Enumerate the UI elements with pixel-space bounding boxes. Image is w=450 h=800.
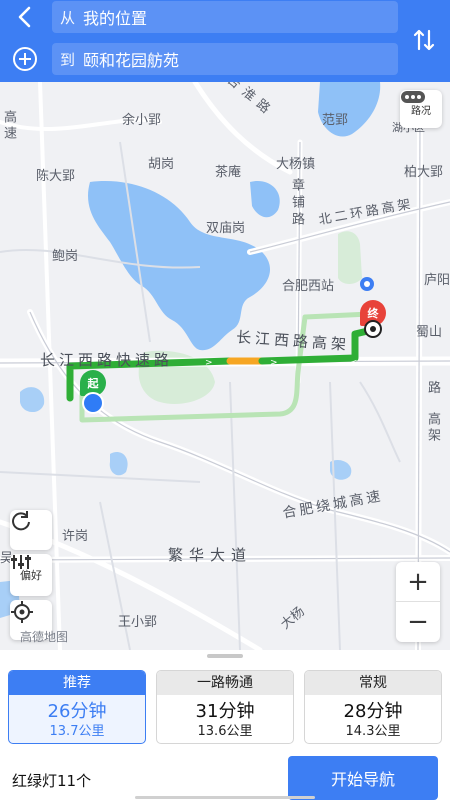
route-plan-smooth[interactable]: 一路畅通 31分钟 13.6公里 xyxy=(156,670,294,744)
route-plan-recommended[interactable]: 推荐 26分钟 13.7公里 xyxy=(8,670,146,744)
park-west-station xyxy=(338,231,362,284)
plan-distance: 13.7公里 xyxy=(49,724,105,739)
plan-time: 31分钟 xyxy=(195,701,255,722)
label-luyang: 庐阳 xyxy=(424,273,450,288)
origin-value: 我的位置 xyxy=(83,9,148,28)
label-dayangzhen: 大杨镇 xyxy=(276,157,316,172)
lake-dongpu xyxy=(88,181,271,351)
label-road-zhangpu: 章铺路 xyxy=(289,178,304,229)
label-yuxiaoying: 余小郢 xyxy=(122,113,162,128)
destination-field[interactable]: 到 颐和花园舫苑 xyxy=(52,43,398,75)
swap-button[interactable] xyxy=(406,20,442,60)
back-button[interactable] xyxy=(8,2,42,32)
route-arrow: > xyxy=(270,358,278,368)
route-plan-regular[interactable]: 常规 28分钟 14.3公里 xyxy=(304,670,442,744)
label-wangxiaoying: 王小郢 xyxy=(118,615,158,630)
plan-time: 28分钟 xyxy=(343,701,403,722)
lake-top-right xyxy=(318,82,381,137)
origin-prefix: 从 xyxy=(60,8,76,27)
route-search-header: 从 我的位置 到 颐和花园舫苑 xyxy=(0,0,450,82)
start-navigation-button[interactable]: 开始导航 xyxy=(288,756,438,800)
lake-small-1 xyxy=(20,387,45,413)
destination-point xyxy=(364,320,382,338)
destination-prefix: 到 xyxy=(60,50,76,69)
plan-distance: 13.6公里 xyxy=(197,724,253,739)
chevron-left-icon xyxy=(18,6,31,28)
zoom-in-button[interactable]: + xyxy=(396,562,440,602)
plan-title: 一路畅通 xyxy=(157,671,293,695)
plan-distance: 14.3公里 xyxy=(345,724,401,739)
label-baogang: 鲍岗 xyxy=(52,249,79,264)
traffic-icon xyxy=(401,91,425,103)
label-road-jia-right: 高架 xyxy=(425,412,440,444)
route-plans-panel: 推荐 26分钟 13.7公里 一路畅通 31分钟 13.6公里 常规 28分钟 … xyxy=(0,650,450,800)
traffic-lights-count: 红绿灯11个 xyxy=(12,772,92,790)
refresh-icon xyxy=(12,511,30,531)
label-shuangmiaogang: 双庙岗 xyxy=(206,221,246,236)
map-view[interactable]: > > < 余小郢 范郢 胡岗 茶庵 大杨镇 陈大郢 柏大郢 双庙岗 鲍岗 合肥… xyxy=(0,82,450,650)
label-road-fanhua: 繁华大道 xyxy=(168,546,253,564)
home-indicator xyxy=(135,796,315,799)
zoom-control: + − xyxy=(396,562,440,642)
label-xugang: 许岗 xyxy=(62,529,89,544)
plan-time: 26分钟 xyxy=(47,701,107,722)
label-hugang: 胡岗 xyxy=(148,157,175,172)
plan-title: 推荐 xyxy=(9,671,145,695)
label-chendaying: 陈大郢 xyxy=(36,169,76,184)
label-road-gaosu-left: 高速 xyxy=(1,110,16,142)
sliders-icon xyxy=(11,555,31,569)
route-arrow: < xyxy=(350,358,358,368)
map-attribution: 高德地图 xyxy=(20,630,69,644)
add-waypoint-button[interactable] xyxy=(8,44,42,74)
label-road-changjiang-west-expressway: 长江西路快速路 xyxy=(40,351,174,369)
current-location-dot xyxy=(82,392,104,414)
drag-handle[interactable] xyxy=(207,654,243,658)
origin-field[interactable]: 从 我的位置 xyxy=(52,1,398,33)
lake-north xyxy=(250,181,280,218)
swap-arrows-icon xyxy=(413,29,435,51)
destination-value: 颐和花园舫苑 xyxy=(83,51,180,70)
route-arrow: > xyxy=(205,358,213,368)
crosshair-icon xyxy=(11,601,33,623)
label-chaan: 茶庵 xyxy=(215,165,242,180)
zoom-out-button[interactable]: − xyxy=(396,602,440,642)
traffic-toggle-button[interactable]: 路况 xyxy=(400,90,442,128)
refresh-button[interactable] xyxy=(10,510,52,550)
plus-circle-icon xyxy=(13,47,37,71)
route-preference-button[interactable]: 偏好 xyxy=(10,554,52,596)
label-baidaying: 柏大郢 xyxy=(404,165,444,180)
label-hefei-west-station: 合肥西站 xyxy=(282,279,335,294)
plan-title: 常规 xyxy=(305,671,441,695)
label-fanying: 范郢 xyxy=(322,113,349,128)
lake-small-2 xyxy=(109,452,128,476)
label-shushan: 蜀山 xyxy=(416,325,443,340)
label-road-hu-right: 路 xyxy=(428,381,442,396)
